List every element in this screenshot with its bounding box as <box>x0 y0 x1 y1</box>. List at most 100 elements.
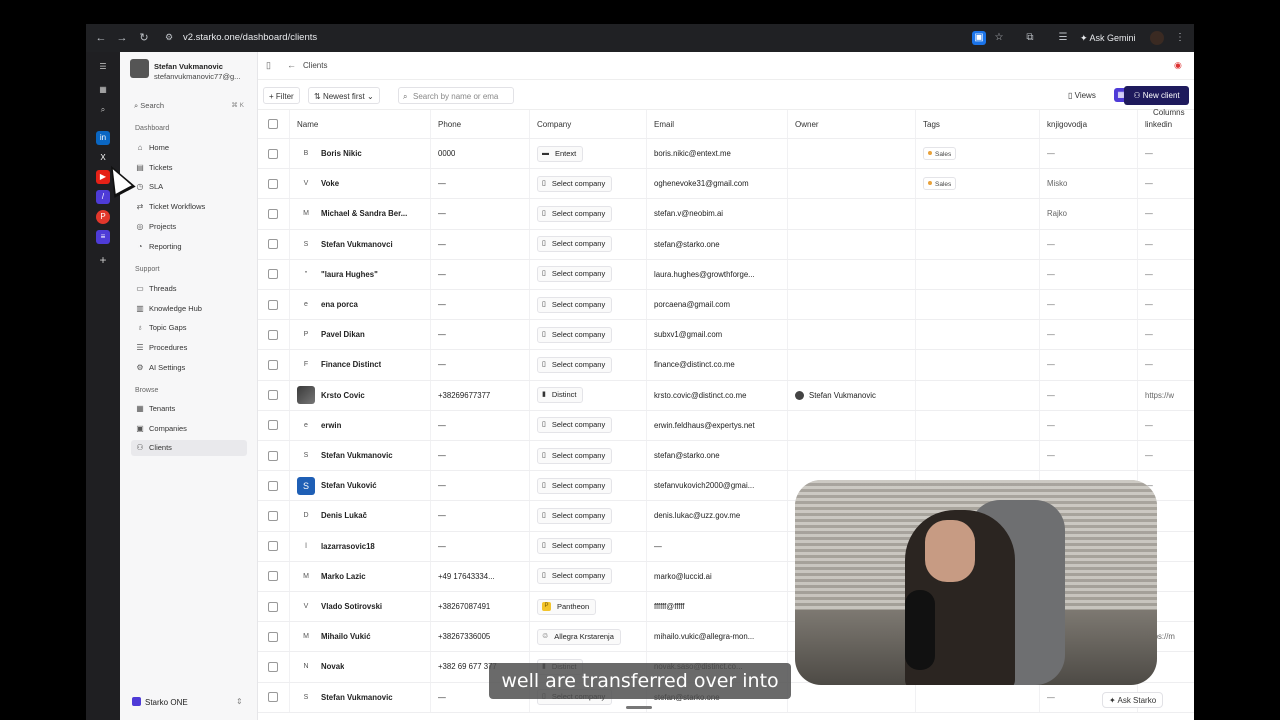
name-cell[interactable]: V Voke <box>290 169 431 199</box>
row-checkbox[interactable] <box>268 480 278 491</box>
linkedin-icon[interactable]: in <box>96 131 110 145</box>
phone-cell[interactable]: — <box>431 410 530 440</box>
row-checkbox[interactable] <box>268 329 278 340</box>
owner-cell[interactable] <box>788 259 916 289</box>
owner-cell[interactable] <box>788 320 916 350</box>
tags-cell[interactable] <box>916 259 1040 289</box>
phone-cell[interactable]: — <box>431 471 530 501</box>
select-company-button[interactable]: ▯ Select company <box>537 175 613 192</box>
email-cell[interactable]: erwin.feldhaus@expertys.net <box>647 410 788 440</box>
name-cell[interactable]: M Michael & Sandra Ber... <box>290 199 431 229</box>
sidebar-item-companies[interactable]: ▣ Companies <box>131 421 247 437</box>
back-arrow-icon[interactable]: ← <box>287 60 296 70</box>
company-chip[interactable]: ▬ Entext <box>537 145 584 162</box>
row-checkbox[interactable] <box>268 269 278 280</box>
sidebar-item-reporting[interactable]: ◔ Reporting <box>131 239 247 255</box>
column-header-tags[interactable]: Tags <box>916 110 1040 138</box>
email-cell[interactable]: ffffff@fffff <box>647 592 788 622</box>
phone-cell[interactable]: — <box>431 350 530 380</box>
table-row[interactable]: F Finance Distinct — ▯ Select company finance… <box>258 350 1194 381</box>
search-tab-icon[interactable]: ⌕ <box>96 103 110 117</box>
sidebar-item-home[interactable]: ⌂ Home <box>131 140 247 156</box>
knjigovodja-cell[interactable]: — <box>1040 441 1138 471</box>
linkedin-cell[interactable]: — <box>1138 441 1194 470</box>
name-cell[interactable]: D Denis Lukač <box>290 501 431 531</box>
name-cell[interactable]: " "laura Hughes" <box>290 259 431 289</box>
sort-dropdown[interactable]: ⇅ Newest first ⌄ <box>308 87 380 104</box>
tags-cell[interactable] <box>916 682 1040 712</box>
owner-cell[interactable] <box>788 169 916 199</box>
linkedin-cell[interactable]: — <box>1138 290 1194 319</box>
name-cell[interactable]: F Finance Distinct <box>290 350 431 380</box>
owner-cell[interactable] <box>788 682 916 712</box>
table-row[interactable]: S Stefan Vukmanovic — ▯ Select company stefan… <box>258 441 1194 472</box>
phone-cell[interactable]: — <box>431 229 530 259</box>
knjigovodja-cell[interactable]: — <box>1040 259 1138 289</box>
linkedin-cell[interactable]: — <box>1138 139 1194 168</box>
email-cell[interactable]: denis.lukac@uzz.gov.me <box>647 501 788 531</box>
starko-icon[interactable]: / <box>96 190 110 204</box>
email-cell[interactable]: mihailo.vukic@allegra-mon... <box>647 622 788 652</box>
knjigovodja-cell[interactable]: Rajko <box>1040 199 1138 229</box>
phone-cell[interactable]: +38267087491 <box>431 592 530 622</box>
ask-starko-button[interactable]: ✦ Ask Starko <box>1102 692 1164 708</box>
name-cell[interactable]: N Novak <box>290 652 431 682</box>
row-checkbox[interactable] <box>268 390 278 401</box>
email-cell[interactable]: marko@luccid.ai <box>647 561 788 591</box>
select-company-button[interactable]: ▯ Select company <box>537 447 613 464</box>
tags-cell[interactable]: Sales <box>916 169 1040 199</box>
name-cell[interactable]: S Stefan Vukmanovci <box>290 229 431 259</box>
email-cell[interactable]: boris.nikic@entext.me <box>647 139 788 169</box>
table-row[interactable]: P Pavel Dikan — ▯ Select company subxv1@gmail… <box>258 320 1194 351</box>
sidebar-search[interactable]: ⌕ Search ⌘ K <box>134 101 244 113</box>
column-header-owner[interactable]: Owner <box>788 110 916 138</box>
column-header-phone[interactable]: Phone <box>431 110 530 138</box>
table-row[interactable]: Krsto Covic +38269677377 ▮ Distinct krsto.co… <box>258 380 1194 411</box>
select-company-button[interactable]: ▯ Select company <box>537 266 613 283</box>
owner-cell[interactable] <box>788 290 916 320</box>
sidebar-item-ticket-workflows[interactable]: ⇄ Ticket Workflows <box>131 199 247 215</box>
linkedin-cell[interactable]: — <box>1138 230 1194 259</box>
row-checkbox[interactable] <box>268 208 278 219</box>
tags-cell[interactable] <box>916 229 1040 259</box>
table-row[interactable]: " "laura Hughes" — ▯ Select company laura.hug… <box>258 259 1194 290</box>
tags-cell[interactable] <box>916 290 1040 320</box>
knjigovodja-cell[interactable]: — <box>1040 410 1138 440</box>
select-company-button[interactable]: ▯ Select company <box>537 538 613 555</box>
column-header-knjigovodja[interactable]: knjigovodja <box>1040 110 1138 138</box>
sidebar-item-ai-settings[interactable]: ⚙ AI Settings <box>131 360 247 376</box>
table-row[interactable]: V Voke — ▯ Select company oghenevoke31@gmail.… <box>258 169 1194 200</box>
knjigovodja-cell[interactable]: — <box>1040 139 1138 169</box>
producthunt-icon[interactable]: P <box>96 210 110 224</box>
sidebar-item-tickets[interactable]: ▤ Tickets <box>131 160 247 176</box>
owner-cell[interactable]: Stefan Vukmanovic <box>788 380 916 410</box>
address-bar[interactable]: v2.starko.one/dashboard/clients <box>183 29 317 47</box>
email-cell[interactable]: — <box>647 531 788 561</box>
table-row[interactable]: M Michael & Sandra Ber... — ▯ Select company… <box>258 199 1194 230</box>
column-header-name[interactable]: Name <box>290 110 431 138</box>
select-company-button[interactable]: ▯ Select company <box>537 477 613 494</box>
owner-cell[interactable] <box>788 199 916 229</box>
tags-cell[interactable] <box>916 441 1040 471</box>
company-chip[interactable]: ▮ Distinct <box>537 387 584 404</box>
table-row[interactable]: e erwin — ▯ Select company erwin.feldhaus@exp… <box>258 410 1194 441</box>
linkedin-cell[interactable]: — <box>1138 350 1194 379</box>
phone-cell[interactable]: +38269677377 <box>431 380 530 410</box>
sidebar-item-procedures[interactable]: ☰ Procedures <box>131 340 247 356</box>
views-button[interactable]: ▯ Views <box>1063 87 1101 104</box>
tags-cell[interactable] <box>916 350 1040 380</box>
name-cell[interactable]: e ena porca <box>290 290 431 320</box>
sidebar-item-knowledge-hub[interactable]: ▥ Knowledge Hub <box>131 301 247 317</box>
phone-cell[interactable]: — <box>431 259 530 289</box>
linkedin-cell[interactable]: — <box>1138 320 1194 349</box>
phone-cell[interactable]: — <box>431 501 530 531</box>
name-cell[interactable]: P Pavel Dikan <box>290 320 431 350</box>
phone-cell[interactable]: — <box>431 441 530 471</box>
linkedin-cell[interactable]: — <box>1138 169 1194 198</box>
name-cell[interactable]: Krsto Covic <box>290 380 431 410</box>
avatar[interactable] <box>130 59 149 78</box>
bookmark-star-icon[interactable]: ☆ <box>992 31 1006 45</box>
column-header-linkedin[interactable]: linkedin <box>1138 110 1194 138</box>
phone-cell[interactable]: +38267336005 <box>431 622 530 652</box>
sidebar-item-sla[interactable]: ◷ SLA <box>131 179 247 195</box>
